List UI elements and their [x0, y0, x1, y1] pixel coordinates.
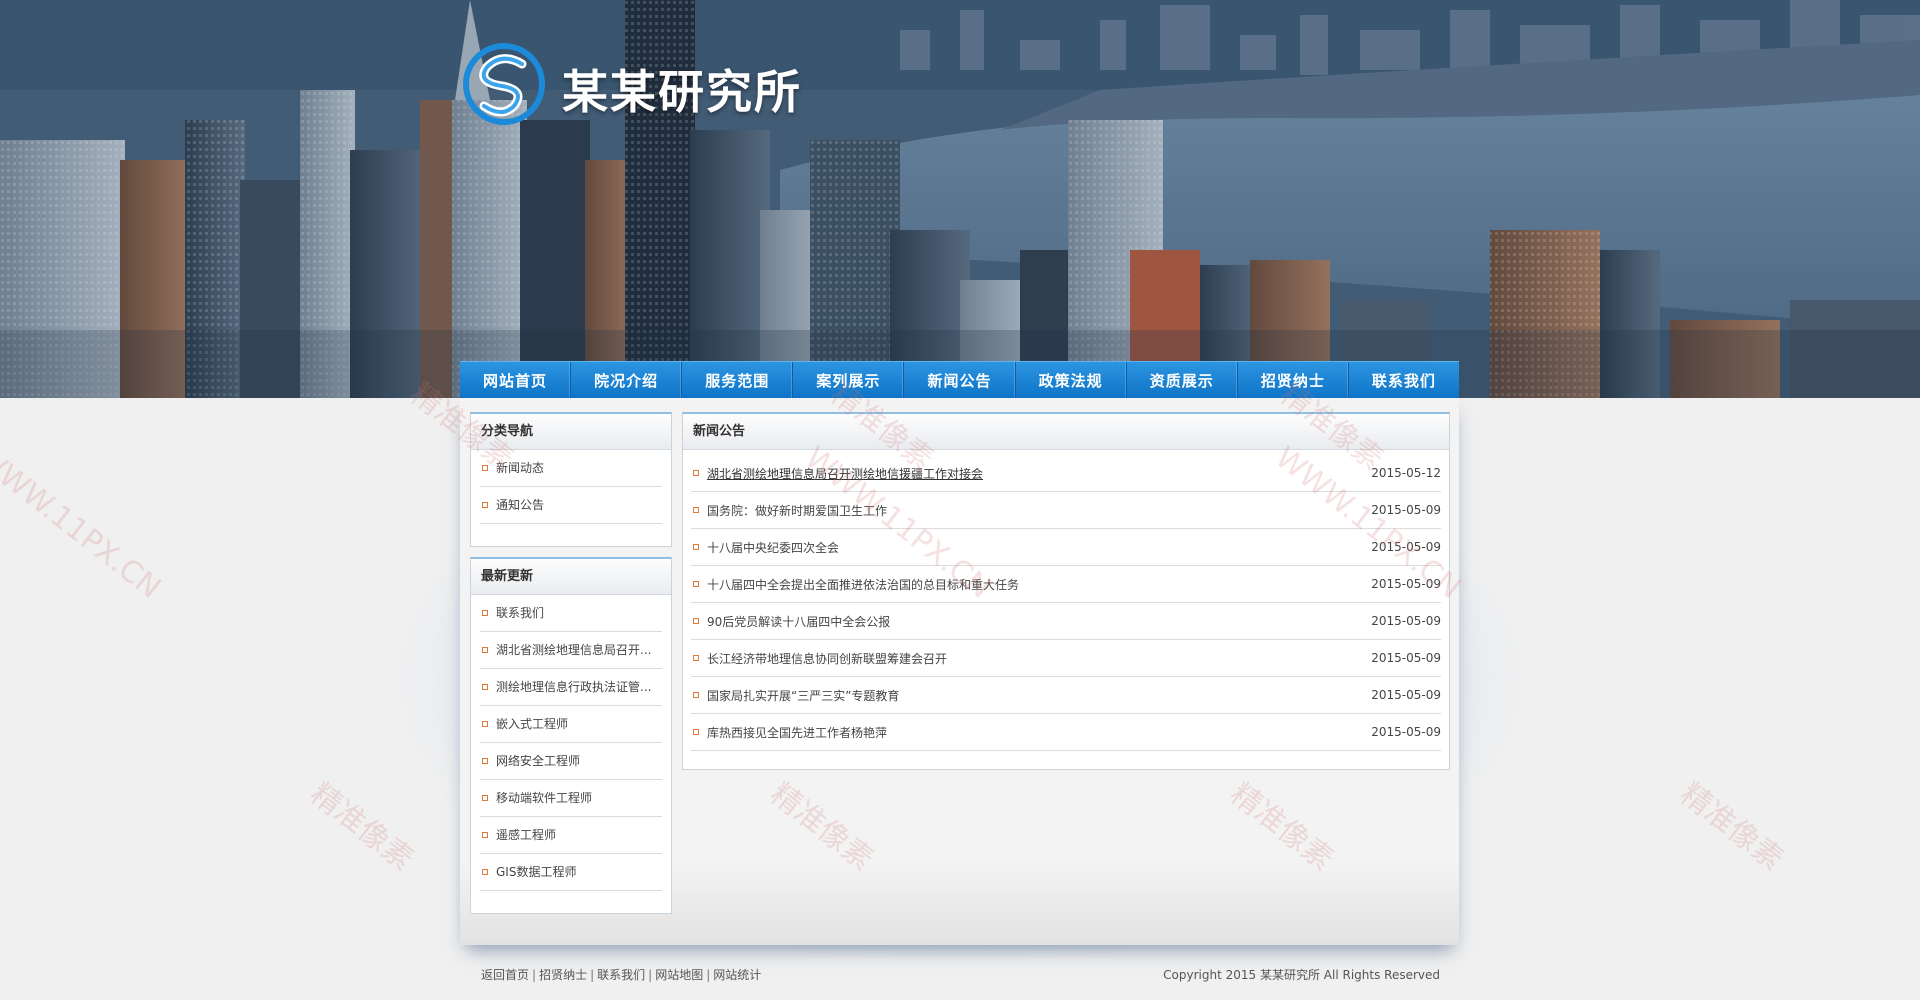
news-row[interactable]: 十八届中央纪委四次全会 2015-05-09: [691, 529, 1441, 566]
footer-link-sitemap[interactable]: 网站地图: [655, 968, 703, 982]
news-title[interactable]: 国家局扎实开展“三严三实”专题教育: [707, 687, 1361, 704]
nav-item-news[interactable]: 新闻公告: [904, 362, 1016, 398]
square-bullet-icon: [482, 647, 488, 653]
nav-item-contact[interactable]: 联系我们: [1349, 362, 1459, 398]
latest-item[interactable]: 联系我们: [480, 595, 662, 632]
category-item[interactable]: 通知公告: [480, 487, 662, 524]
news-panel-title: 新闻公告: [683, 414, 1449, 450]
square-bullet-icon: [482, 795, 488, 801]
site-name: 某某研究所: [562, 65, 802, 119]
footer-links: 返回首页 | 招贤纳士 | 联系我们 | 网站地图 | 网站统计: [481, 966, 761, 983]
square-bullet-icon: [693, 692, 699, 698]
square-bullet-icon: [693, 655, 699, 661]
news-title[interactable]: 国务院：做好新时期爱国卫生工作: [707, 502, 1361, 519]
news-row[interactable]: 90后党员解读十八届四中全会公报 2015-05-09: [691, 603, 1441, 640]
news-panel: 新闻公告 湖北省测绘地理信息局召开测绘地信援疆工作对接会 2015-05-12 国…: [682, 412, 1450, 770]
square-bullet-icon: [693, 544, 699, 550]
latest-item[interactable]: GIS数据工程师: [480, 854, 662, 891]
latest-panel-title: 最新更新: [471, 559, 671, 595]
news-row[interactable]: 库热西接见全国先进工作者杨艳萍 2015-05-09: [691, 714, 1441, 751]
city-skyline-image: [0, 0, 1920, 398]
news-row[interactable]: 国务院：做好新时期爱国卫生工作 2015-05-09: [691, 492, 1441, 529]
latest-panel: 最新更新 联系我们 湖北省测绘地理信息局召开... 测绘地理信息行政执法证管..…: [470, 557, 672, 914]
latest-item[interactable]: 移动端软件工程师: [480, 780, 662, 817]
watermark-cn: 精准像素: [1673, 776, 1790, 878]
nav-item-careers[interactable]: 招贤纳士: [1238, 362, 1349, 398]
news-row[interactable]: 湖北省测绘地理信息局召开测绘地信援疆工作对接会 2015-05-12: [691, 455, 1441, 492]
footer-separator: |: [648, 968, 653, 982]
news-row[interactable]: 长江经济带地理信息协同创新联盟筹建会召开 2015-05-09: [691, 640, 1441, 677]
news-date: 2015-05-09: [1371, 577, 1441, 591]
nav-item-cases[interactable]: 案列展示: [793, 362, 905, 398]
square-bullet-icon: [482, 610, 488, 616]
square-bullet-icon: [693, 507, 699, 513]
footer-separator: |: [590, 968, 595, 982]
latest-item[interactable]: 测绘地理信息行政执法证管...: [480, 669, 662, 706]
footer-copyright: Copyright 2015 某某研究所 All Rights Reserved: [1163, 968, 1440, 982]
site-logo[interactable]: 某某研究所: [462, 42, 882, 125]
latest-item[interactable]: 网络安全工程师: [480, 743, 662, 780]
nav-item-qualifications[interactable]: 资质展示: [1127, 362, 1238, 398]
footer-link-careers[interactable]: 招贤纳士: [539, 968, 587, 982]
watermark-url: WWW.11PX.CN: [0, 440, 168, 606]
latest-item[interactable]: 遥感工程师: [480, 817, 662, 854]
category-item[interactable]: 新闻动态: [480, 450, 662, 487]
latest-item[interactable]: 嵌入式工程师: [480, 706, 662, 743]
news-date: 2015-05-09: [1371, 725, 1441, 739]
nav-item-home[interactable]: 网站首页: [460, 362, 572, 398]
square-bullet-icon: [693, 581, 699, 587]
square-bullet-icon: [482, 721, 488, 727]
category-panel: 分类导航 新闻动态 通知公告: [470, 412, 672, 547]
latest-item[interactable]: 湖北省测绘地理信息局召开...: [480, 632, 662, 669]
square-bullet-icon: [482, 832, 488, 838]
nav-item-about[interactable]: 院况介绍: [571, 362, 683, 398]
news-title[interactable]: 十八届四中全会提出全面推进依法治国的总目标和重大任务: [707, 576, 1361, 593]
news-date: 2015-05-09: [1371, 651, 1441, 665]
news-title[interactable]: 十八届中央纪委四次全会: [707, 539, 1361, 556]
square-bullet-icon: [693, 470, 699, 476]
news-date: 2015-05-09: [1371, 614, 1441, 628]
square-bullet-icon: [693, 729, 699, 735]
footer-link-stats[interactable]: 网站统计: [713, 968, 761, 982]
news-title[interactable]: 湖北省测绘地理信息局召开测绘地信援疆工作对接会: [707, 465, 1361, 482]
news-title[interactable]: 90后党员解读十八届四中全会公报: [707, 613, 1361, 630]
news-date: 2015-05-09: [1371, 688, 1441, 702]
hero-banner: 某某研究所: [0, 0, 1920, 398]
news-title[interactable]: 库热西接见全国先进工作者杨艳萍: [707, 724, 1361, 741]
news-date: 2015-05-09: [1371, 540, 1441, 554]
footer-separator: |: [706, 968, 711, 982]
square-bullet-icon: [482, 684, 488, 690]
news-date: 2015-05-09: [1371, 503, 1441, 517]
footer-separator: |: [532, 968, 537, 982]
main-nav: 网站首页 院况介绍 服务范围 案列展示 新闻公告 政策法规 资质展示 招贤纳士 …: [460, 361, 1459, 398]
news-row[interactable]: 十八届四中全会提出全面推进依法治国的总目标和重大任务 2015-05-09: [691, 566, 1441, 603]
square-bullet-icon: [693, 618, 699, 624]
category-panel-title: 分类导航: [471, 414, 671, 450]
footer-link-contact[interactable]: 联系我们: [597, 968, 645, 982]
news-date: 2015-05-12: [1371, 466, 1441, 480]
square-bullet-icon: [482, 465, 488, 471]
footer-link-home[interactable]: 返回首页: [481, 968, 529, 982]
square-bullet-icon: [482, 502, 488, 508]
news-row[interactable]: 国家局扎实开展“三严三实”专题教育 2015-05-09: [691, 677, 1441, 714]
swirl-s-logo-icon: [463, 43, 545, 125]
news-title[interactable]: 长江经济带地理信息协同创新联盟筹建会召开: [707, 650, 1361, 667]
square-bullet-icon: [482, 869, 488, 875]
nav-item-services[interactable]: 服务范围: [682, 362, 794, 398]
square-bullet-icon: [482, 758, 488, 764]
nav-item-policy[interactable]: 政策法规: [1016, 362, 1127, 398]
